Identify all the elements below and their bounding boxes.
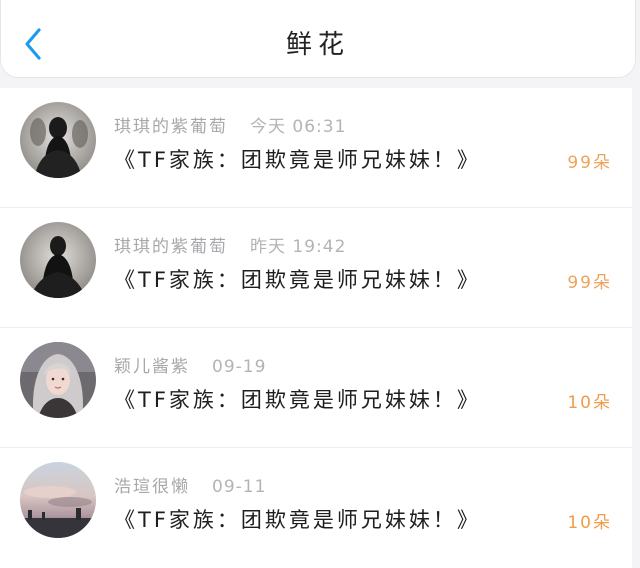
girl-portrait-avatar-icon <box>20 342 96 418</box>
flower-count: 99朵 <box>567 273 612 293</box>
avatar[interactable] <box>20 102 96 178</box>
item-meta: 浩瑄很懒 09-11 <box>114 472 266 497</box>
user-name[interactable]: 琪琪的紫葡萄 <box>114 117 228 137</box>
work-title[interactable]: 《TF家族：团欺竟是师兄妹妹！》 <box>114 144 481 174</box>
list-item[interactable]: 浩瑄很懒 09-11 《TF家族：团欺竟是师兄妹妹！》 10朵 <box>0 448 632 568</box>
page-title: 鲜花 <box>285 30 350 60</box>
work-title[interactable]: 《TF家族：团欺竟是师兄妹妹！》 <box>114 264 481 294</box>
dark-figure-avatar-icon <box>20 222 96 298</box>
work-title[interactable]: 《TF家族：团欺竟是师兄妹妹！》 <box>114 384 481 414</box>
work-title[interactable]: 《TF家族：团欺竟是师兄妹妹！》 <box>114 504 481 534</box>
list-item[interactable]: 琪琪的紫葡萄 昨天 19:42 《TF家族：团欺竟是师兄妹妹！》 99朵 <box>0 208 632 328</box>
user-name[interactable]: 琪琪的紫葡萄 <box>114 237 228 257</box>
list-item[interactable]: 琪琪的紫葡萄 今天 06:31 《TF家族：团欺竟是师兄妹妹！》 99朵 <box>0 88 632 208</box>
avatar[interactable] <box>20 342 96 418</box>
flower-count: 99朵 <box>567 153 612 173</box>
timestamp: 09-19 <box>212 357 267 377</box>
flower-count: 10朵 <box>567 393 612 413</box>
sky-landscape-avatar-icon <box>20 462 96 538</box>
item-meta: 琪琪的紫葡萄 昨天 19:42 <box>114 232 346 257</box>
avatar[interactable] <box>20 222 96 298</box>
timestamp: 昨天 19:42 <box>250 237 347 257</box>
gift-list: 琪琪的紫葡萄 今天 06:31 《TF家族：团欺竟是师兄妹妹！》 99朵 琪琪的紫 <box>0 88 632 568</box>
item-meta: 琪琪的紫葡萄 今天 06:31 <box>114 112 346 137</box>
list-item[interactable]: 颖儿酱紫 09-19 《TF家族：团欺竟是师兄妹妹！》 10朵 <box>0 328 632 448</box>
timestamp: 09-11 <box>212 477 267 497</box>
dark-figure-avatar-icon <box>20 102 96 178</box>
top-bar: 鲜花 <box>0 0 636 78</box>
avatar[interactable] <box>20 462 96 538</box>
timestamp: 今天 06:31 <box>250 117 347 137</box>
user-name[interactable]: 浩瑄很懒 <box>114 477 190 497</box>
item-meta: 颖儿酱紫 09-19 <box>114 352 266 377</box>
user-name[interactable]: 颖儿酱紫 <box>114 357 190 377</box>
flower-count: 10朵 <box>567 513 612 533</box>
